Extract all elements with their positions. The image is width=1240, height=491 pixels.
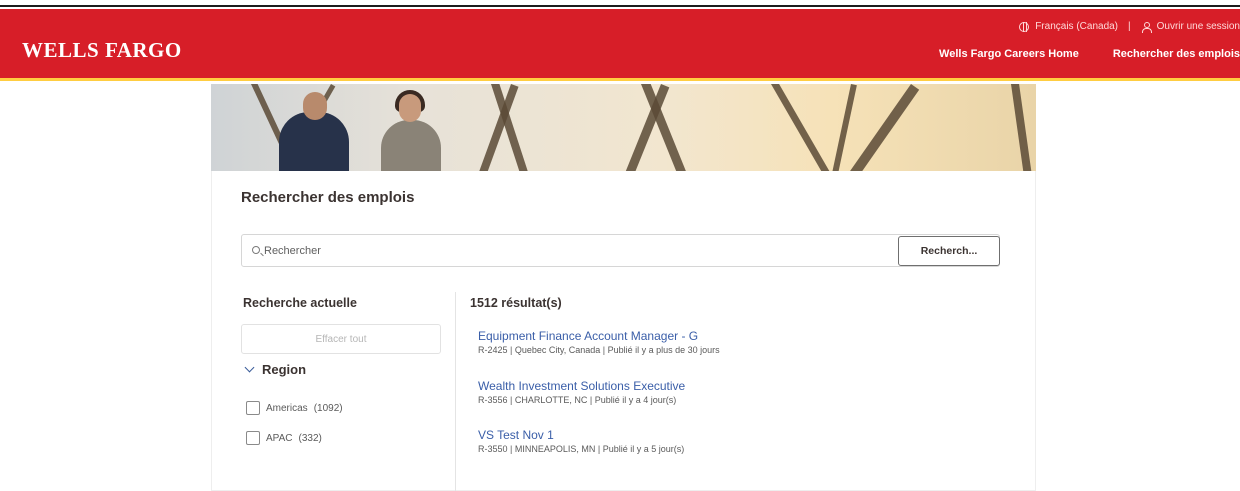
job-meta: R-3550 | MINNEAPOLIS, MN | Publié il y a… bbox=[478, 444, 685, 454]
current-search-title: Recherche actuelle bbox=[243, 296, 357, 310]
hero-banner bbox=[211, 84, 1036, 171]
checkbox[interactable] bbox=[246, 401, 260, 415]
signin-link[interactable]: Ouvrir une session bbox=[1157, 21, 1240, 32]
user-icon bbox=[1141, 21, 1152, 33]
job-meta: R-2425 | Quebec City, Canada | Publié il… bbox=[478, 345, 720, 355]
results-count: 1512 résultat(s) bbox=[470, 296, 562, 310]
job-meta: R-3556 | CHARLOTTE, NC | Publié il y a 4… bbox=[478, 395, 677, 405]
filter-option-label: APAC bbox=[266, 432, 293, 444]
nav-careers-home[interactable]: Wells Fargo Careers Home bbox=[939, 48, 1079, 60]
column-divider bbox=[455, 292, 456, 491]
utility-separator: | bbox=[1128, 21, 1131, 32]
job-title-link[interactable]: VS Test Nov 1 bbox=[478, 428, 684, 442]
checkbox[interactable] bbox=[246, 431, 260, 445]
job-item: Wealth Investment Solutions Executive R-… bbox=[478, 379, 685, 405]
language-link[interactable]: Français (Canada) bbox=[1035, 21, 1118, 32]
region-label: Region bbox=[262, 362, 307, 377]
filter-option-count: (1092) bbox=[313, 402, 343, 414]
site-header: WELLS FARGO Français (Canada) | Ouvrir u… bbox=[0, 9, 1240, 81]
job-title-link[interactable]: Wealth Investment Solutions Executive bbox=[478, 379, 685, 393]
filter-option-americas[interactable]: Americas (1092) bbox=[246, 401, 343, 415]
job-item: Equipment Finance Account Manager - G R-… bbox=[478, 329, 720, 355]
search-input[interactable] bbox=[264, 243, 884, 259]
utility-bar: Français (Canada) | Ouvrir une session bbox=[1019, 21, 1240, 33]
wells-fargo-logo[interactable]: WELLS FARGO bbox=[22, 38, 182, 63]
hero-person-woman bbox=[381, 120, 441, 171]
filter-option-count: (332) bbox=[298, 432, 322, 444]
filter-option-label: Americas bbox=[266, 402, 308, 414]
filter-option-apac[interactable]: APAC (332) bbox=[246, 431, 322, 445]
search-icon bbox=[252, 246, 260, 254]
region-filter-toggle[interactable]: Region bbox=[244, 362, 307, 377]
search-button[interactable]: Recherch... bbox=[898, 236, 1000, 266]
job-title-link[interactable]: Equipment Finance Account Manager - G bbox=[478, 329, 720, 343]
hero-person-man bbox=[279, 112, 349, 171]
search-box bbox=[241, 234, 1000, 267]
clear-all-button[interactable]: Effacer tout bbox=[241, 324, 441, 354]
globe-icon bbox=[1019, 21, 1030, 32]
main-nav: Wells Fargo Careers Home Rechercher des … bbox=[939, 48, 1240, 60]
nav-search-jobs[interactable]: Rechercher des emplois bbox=[1113, 48, 1240, 60]
page-title: Rechercher des emplois bbox=[241, 189, 415, 206]
chevron-down-icon bbox=[244, 362, 255, 373]
top-border bbox=[0, 0, 1240, 7]
job-item: VS Test Nov 1 R-3550 | MINNEAPOLIS, MN |… bbox=[478, 428, 684, 454]
